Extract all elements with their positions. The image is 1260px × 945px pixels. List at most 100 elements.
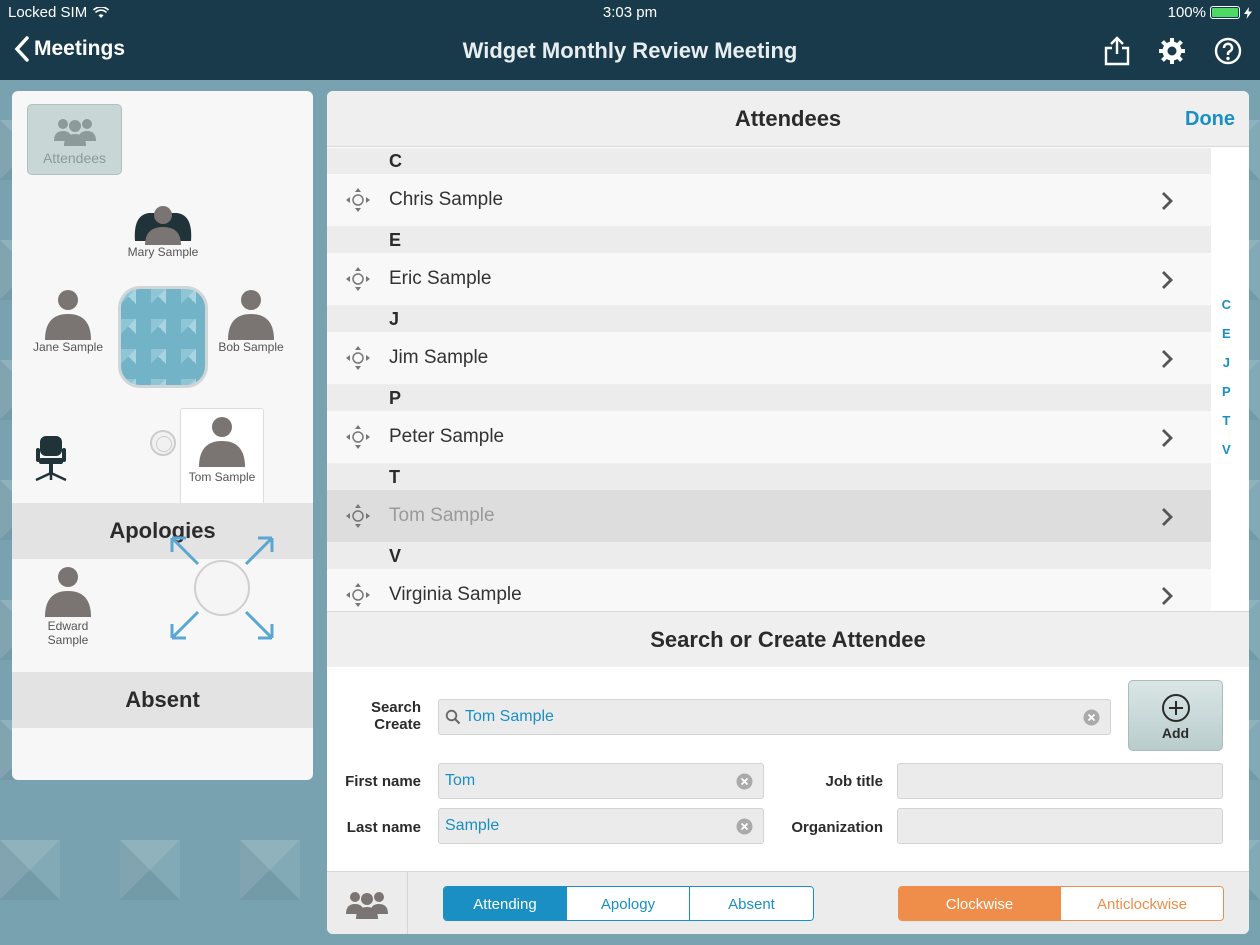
first-name-value: Tom [445,772,476,789]
move-handle-icon[interactable] [345,345,371,371]
clear-icon[interactable] [1083,709,1100,726]
section-letter-j: J [327,306,1211,332]
drag-move-icon [170,536,274,640]
apology-person[interactable]: Edward Sample [23,565,113,647]
search-create-label: Search Create [370,699,421,733]
page-title: Widget Monthly Review Meeting [462,38,798,63]
seat-slot-indicator[interactable] [150,430,176,456]
seat-right[interactable]: Bob Sample [206,288,296,354]
index-j[interactable]: J [1222,354,1231,371]
move-handle-icon[interactable] [345,424,371,450]
status-time: 3:03 pm [602,4,658,21]
first-name-field[interactable]: Tom [438,763,764,799]
seat-top-name: Mary Sample [127,245,199,259]
index-e[interactable]: E [1222,325,1231,342]
battery-percent: 100% [1167,4,1206,21]
absent-header: Absent [12,672,313,728]
chevron-right-icon[interactable] [1161,586,1173,606]
list-item[interactable]: Peter Sample [327,411,1211,464]
list-item[interactable]: Jim Sample [327,332,1211,385]
index-t[interactable]: T [1222,412,1231,429]
apology-person-name: Edward Sample [47,619,89,647]
navigation-bar: Locked SIM 3:03 pm 100% Meetings Widget … [0,0,1260,80]
seat-left[interactable]: Jane Sample [23,288,113,354]
index-c[interactable]: C [1222,296,1231,313]
chevron-right-icon[interactable] [1161,507,1173,527]
attendee-name: Virginia Sample [389,584,522,605]
add-attendee-button[interactable]: Add [1128,680,1223,751]
move-handle-icon[interactable] [345,503,371,529]
person-chair-icon [134,206,192,245]
last-name-value: Sample [445,817,500,834]
section-letter-v: V [327,543,1211,569]
organization-label: Organization [791,819,883,836]
section-letter-p: P [327,385,1211,411]
search-icon [445,709,461,725]
section-index: C E J P T V [1222,296,1231,458]
status-absent-button[interactable]: Absent [690,887,813,920]
seating-direction-control: Clockwise Anticlockwise [898,886,1224,921]
attendees-panel: Attendees Done C Chris Sample E Eric Sam… [327,91,1249,934]
person-icon [199,417,245,467]
battery-icon [1210,6,1240,19]
search-section-header: Search or Create Attendee [327,611,1249,667]
status-battery: 100% [1168,4,1252,21]
meeting-table [118,286,208,388]
index-p[interactable]: P [1222,383,1231,400]
seating-panel: Attendees Mary Sample Jane Sample Bob Sa… [12,91,313,780]
move-handle-icon[interactable] [345,187,371,213]
job-title-label: Job title [825,773,883,790]
dragging-attendee-card[interactable]: Tom Sample [180,408,264,510]
search-input-value: Tom Sample [465,708,554,725]
index-v[interactable]: V [1222,441,1231,458]
list-item[interactable]: Eric Sample [327,253,1211,306]
section-letter-t: T [327,464,1211,490]
attendees-panel-title: Attendees [734,106,842,131]
attendance-status-control: Attending Apology Absent [443,886,814,921]
chevron-right-icon[interactable] [1161,349,1173,369]
done-button[interactable]: Done [1185,91,1235,147]
person-icon [228,290,274,340]
help-icon[interactable] [1214,37,1242,65]
charging-icon [1244,6,1252,19]
status-apology-button[interactable]: Apology [567,887,690,920]
job-title-field[interactable] [897,763,1223,799]
group-icon [53,119,96,146]
chevron-right-icon[interactable] [1161,428,1173,448]
dragging-attendee-name: Tom Sample [188,470,256,484]
person-icon [45,567,91,617]
attendee-name: Eric Sample [389,268,492,289]
section-letter-e: E [327,227,1211,253]
last-name-label: Last name [346,819,421,836]
chevron-right-icon[interactable] [1161,270,1173,290]
clear-icon[interactable] [736,818,753,835]
list-item-selected[interactable]: Tom Sample [327,490,1211,543]
clear-icon[interactable] [736,773,753,790]
status-attending-button[interactable]: Attending [444,887,567,920]
attendees-panel-header: Attendees Done [327,91,1249,147]
attendees-button[interactable]: Attendees [27,104,122,175]
group-view-button[interactable] [327,872,408,934]
seat-left-name: Jane Sample [32,340,104,354]
empty-chair-icon[interactable] [34,436,68,482]
bottom-toolbar: Attending Apology Absent Clockwise Antic… [327,871,1249,934]
organization-field[interactable] [897,808,1223,844]
person-icon [45,290,91,340]
nav-actions [1104,36,1242,66]
search-input[interactable]: Tom Sample [438,699,1111,735]
last-name-field[interactable]: Sample [438,808,764,844]
seat-top[interactable]: Mary Sample [118,203,208,259]
clockwise-button[interactable]: Clockwise [899,887,1061,920]
move-handle-icon[interactable] [345,266,371,292]
attendee-name: Peter Sample [389,426,505,447]
chevron-right-icon[interactable] [1161,191,1173,211]
list-item[interactable]: Chris Sample [327,174,1211,227]
attendee-name: Tom Sample [389,505,495,526]
share-icon[interactable] [1104,36,1130,66]
attendee-name: Chris Sample [389,189,504,210]
anticlockwise-button[interactable]: Anticlockwise [1061,887,1223,920]
move-handle-icon[interactable] [345,582,371,608]
gear-icon[interactable] [1158,37,1186,65]
plus-circle-icon [1161,694,1190,722]
attendee-list: C Chris Sample E Eric Sample J Jim Sampl… [327,148,1211,622]
